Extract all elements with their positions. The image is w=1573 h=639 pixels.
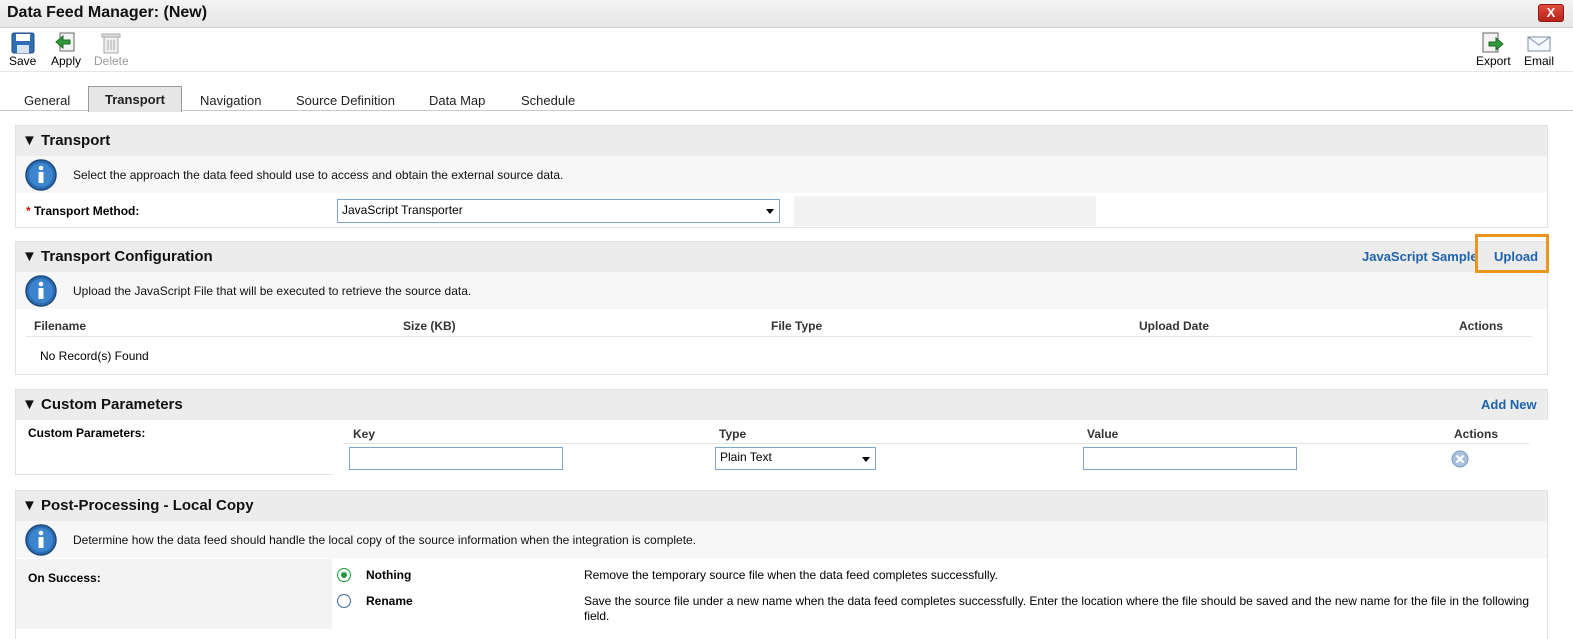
config-info-text: Upload the JavaScript File that will be … bbox=[73, 284, 472, 298]
custom-params-header[interactable]: ▼ Custom Parameters Add New bbox=[16, 390, 1547, 420]
transport-section: ▼ Transport Select the approach the data… bbox=[15, 125, 1548, 228]
transport-config-header[interactable]: ▼ Transport Configuration JavaScript Sam… bbox=[16, 242, 1547, 272]
custom-params-title: ▼ Custom Parameters bbox=[22, 396, 183, 413]
option-rename-desc: Save the source file under a new name wh… bbox=[584, 594, 1530, 623]
email-label: Email bbox=[1524, 54, 1555, 68]
tab-data-map[interactable]: Data Map bbox=[429, 86, 485, 111]
toolbar: Save Apply Delete Export Email bbox=[0, 28, 1573, 72]
param-type-select[interactable]: Plain Text bbox=[715, 447, 876, 470]
window-title: Data Feed Manager: (New) bbox=[7, 4, 208, 21]
param-key-input[interactable] bbox=[349, 447, 563, 470]
on-success-label-cell: On Success: bbox=[16, 559, 332, 629]
col-upload-date: Upload Date bbox=[1139, 319, 1210, 333]
close-button[interactable]: X bbox=[1538, 4, 1564, 22]
post-info-text: Determine how the data feed should handl… bbox=[73, 533, 697, 547]
params-divider bbox=[343, 443, 1530, 444]
trash-icon bbox=[101, 33, 121, 54]
post-processing-header[interactable]: ▼ Post-Processing - Local Copy bbox=[16, 491, 1547, 521]
param-value-input[interactable] bbox=[1083, 447, 1297, 470]
radio-nothing[interactable] bbox=[337, 568, 351, 582]
col-file-type: File Type bbox=[771, 319, 823, 333]
info-icon bbox=[25, 524, 57, 556]
save-icon bbox=[11, 32, 35, 54]
post-processing-title: ▼ Post-Processing - Local Copy bbox=[22, 497, 254, 514]
export-icon bbox=[1482, 32, 1505, 53]
tab-general[interactable]: General bbox=[24, 86, 70, 111]
col-actions: Actions bbox=[1459, 319, 1504, 333]
transport-info-row: Select the approach the data feed should… bbox=[16, 156, 1547, 193]
apply-button[interactable]: Apply bbox=[51, 32, 81, 68]
remove-row-icon[interactable] bbox=[1451, 450, 1469, 468]
config-info-row: Upload the JavaScript File that will be … bbox=[16, 272, 1547, 309]
option-rename-label: Rename bbox=[366, 594, 413, 608]
col-size: Size (KB) bbox=[403, 319, 456, 333]
transport-config-section: ▼ Transport Configuration JavaScript Sam… bbox=[15, 241, 1548, 375]
delete-label: Delete bbox=[94, 54, 129, 68]
transport-config-title: ▼ Transport Configuration bbox=[22, 248, 213, 265]
chevron-down-icon bbox=[862, 457, 870, 462]
col-filename: Filename bbox=[34, 319, 87, 333]
transport-method-value: JavaScript Transporter bbox=[342, 203, 463, 217]
transport-info-text: Select the approach the data feed should… bbox=[73, 168, 564, 182]
transport-method-select[interactable]: JavaScript Transporter bbox=[337, 199, 780, 223]
post-processing-section: ▼ Post-Processing - Local Copy Determine… bbox=[15, 490, 1548, 639]
tab-schedule[interactable]: Schedule bbox=[521, 86, 575, 111]
post-info-row: Determine how the data feed should handl… bbox=[16, 521, 1547, 558]
tab-transport[interactable]: Transport bbox=[88, 86, 182, 112]
params-table: Key Type Value Actions Plain Text bbox=[333, 420, 1549, 476]
empty-message: No Record(s) Found bbox=[40, 349, 149, 363]
col-type: Type bbox=[719, 427, 747, 441]
tab-navigation[interactable]: Navigation bbox=[200, 86, 261, 111]
transport-method-help-area bbox=[794, 196, 1096, 226]
envelope-icon bbox=[1527, 36, 1551, 52]
info-icon bbox=[25, 159, 57, 191]
save-label: Save bbox=[9, 54, 37, 68]
col-actions: Actions bbox=[1454, 427, 1499, 441]
javascript-sample-link[interactable]: JavaScript Sample bbox=[1362, 249, 1478, 264]
delete-button[interactable]: Delete bbox=[94, 32, 129, 68]
custom-params-label: Custom Parameters: bbox=[28, 426, 146, 440]
export-label: Export bbox=[1476, 54, 1511, 68]
col-value: Value bbox=[1087, 427, 1119, 441]
upload-highlight bbox=[1475, 234, 1549, 273]
on-success-label: On Success: bbox=[28, 571, 101, 585]
tab-source-definition[interactable]: Source Definition bbox=[296, 86, 395, 111]
param-type-value: Plain Text bbox=[720, 450, 772, 464]
col-key: Key bbox=[353, 427, 376, 441]
export-button[interactable]: Export bbox=[1476, 32, 1511, 68]
transport-method-label: * Transport Method: bbox=[26, 204, 140, 218]
radio-rename[interactable] bbox=[337, 594, 351, 608]
window-titlebar: Data Feed Manager: (New) X bbox=[0, 0, 1573, 28]
save-button[interactable]: Save bbox=[9, 32, 36, 68]
option-nothing-desc: Remove the temporary source file when th… bbox=[584, 568, 998, 582]
option-nothing-label: Nothing bbox=[366, 568, 412, 582]
email-button[interactable]: Email bbox=[1524, 32, 1554, 68]
info-icon bbox=[25, 275, 57, 307]
add-new-link[interactable]: Add New bbox=[1481, 397, 1537, 412]
chevron-down-icon bbox=[766, 209, 774, 214]
tab-bar: General Transport Navigation Source Defi… bbox=[0, 86, 1573, 112]
custom-params-section: ▼ Custom Parameters Add New Custom Param… bbox=[15, 389, 1549, 476]
transport-section-header[interactable]: ▼ Transport bbox=[16, 126, 1547, 156]
apply-icon bbox=[55, 32, 75, 52]
apply-label: Apply bbox=[51, 54, 82, 68]
transport-section-title: ▼ Transport bbox=[22, 132, 111, 149]
table-divider bbox=[26, 336, 1532, 337]
